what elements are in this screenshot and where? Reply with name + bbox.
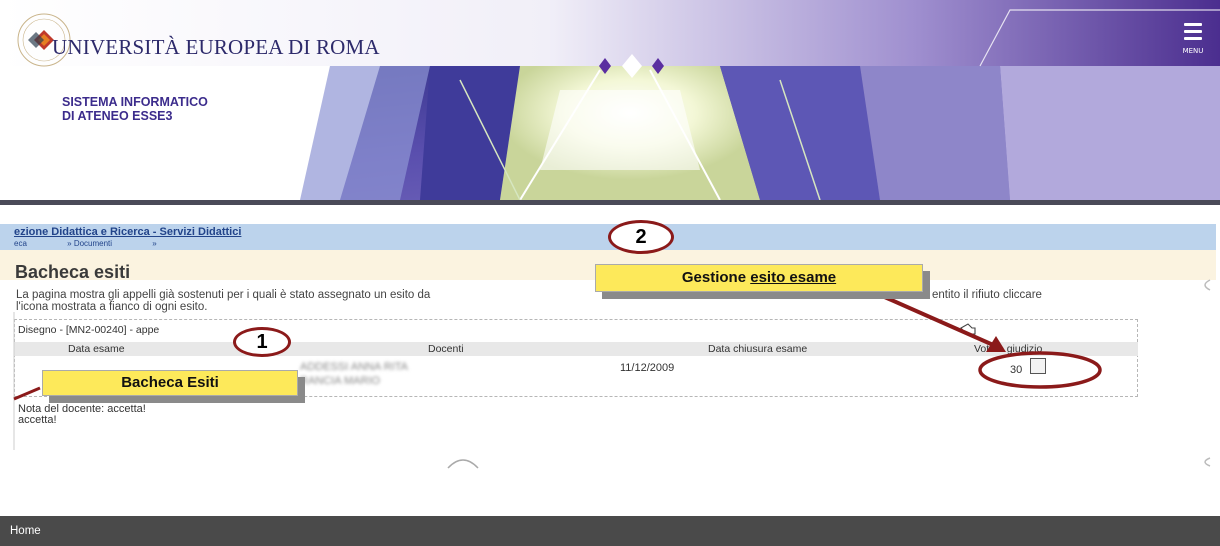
callout-number-2: 2: [608, 220, 674, 254]
callout-label-bacheca-esiti: Bacheca Esiti: [42, 370, 298, 396]
university-name: UNIVERSITÀ EUROPEA DI ROMA: [52, 35, 380, 59]
site-header: UNIVERSITÀ EUROPEA DI ROMA SISTEMA INFOR…: [0, 0, 1220, 205]
hamburger-icon: [1184, 23, 1202, 26]
menu-button[interactable]: MENU: [1176, 18, 1212, 58]
system-title-line1: SISTEMA INFORMATICO: [62, 95, 208, 109]
callout-number-1: 1: [233, 327, 291, 357]
tutorial-screenshot: ezione Didattica e Ricerca - Servizi Did…: [0, 210, 1220, 470]
footer-bar: Home: [0, 516, 1220, 546]
callout-link-esito-esame: esito esame: [750, 269, 837, 286]
callout-label-gestione-esito: Gestione esito esame: [595, 264, 923, 292]
footer-home-link[interactable]: Home: [10, 525, 41, 537]
system-title-line2: DI ATENEO ESSE3: [62, 109, 173, 123]
menu-label: MENU: [1182, 47, 1204, 55]
frame-decoration: [13, 279, 1211, 469]
system-title: SISTEMA INFORMATICO DI ATENEO ESSE3: [62, 95, 208, 123]
